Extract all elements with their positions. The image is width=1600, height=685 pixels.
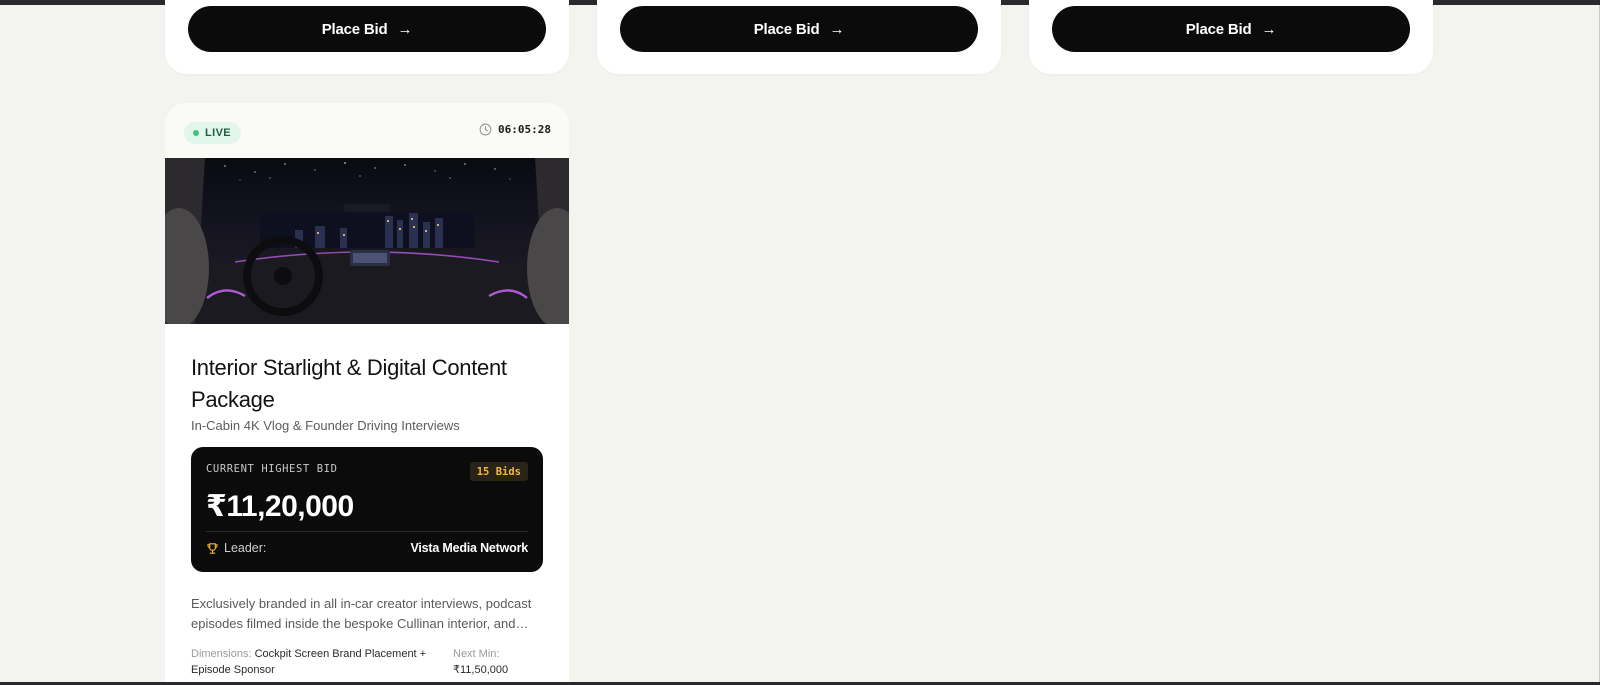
dimensions-label: Dimensions: [191, 648, 252, 660]
clock-icon [479, 123, 492, 136]
card-body: Interior Starlight & Digital Content Pac… [165, 324, 569, 678]
live-dot-icon [193, 130, 199, 136]
timer-value: 06:05:28 [498, 123, 551, 136]
leader-label: Leader: [224, 541, 267, 555]
next-min-value: ₹11,50,000 [453, 664, 509, 676]
place-bid-button[interactable]: Place Bid → [620, 6, 978, 52]
card-description: Exclusively branded in all in-car creato… [191, 596, 532, 631]
auction-card-top-1: Place Bid → [165, 0, 569, 74]
arrow-right-icon: → [397, 20, 413, 38]
bids-count-badge: 15 Bids [469, 462, 528, 481]
bid-divider [206, 531, 528, 532]
place-bid-button[interactable]: Place Bid → [188, 6, 546, 52]
current-bid-panel: CURRENT HIGHEST BID 15 Bids ₹11,20,000 L… [191, 447, 543, 572]
leader-name: Vista Media Network [410, 541, 528, 555]
next-min-label: Next Min: [453, 648, 500, 660]
live-status-text: LIVE [205, 127, 232, 139]
place-bid-label: Place Bid [753, 20, 820, 38]
leader-row: Leader: [206, 541, 266, 555]
arrow-right-icon: → [1261, 20, 1277, 38]
dimensions-info: Dimensions: Cockpit Screen Brand Placeme… [191, 646, 446, 678]
next-min-info: Next Min: ₹11,50,000 [453, 646, 543, 678]
trophy-icon [207, 542, 218, 554]
arrow-right-icon: → [829, 20, 845, 38]
card-meta: Dimensions: Cockpit Screen Brand Placeme… [191, 646, 543, 678]
card-title: Interior Starlight & Digital Content Pac… [191, 355, 507, 412]
car-interior-image [165, 158, 569, 324]
current-bid-label: CURRENT HIGHEST BID [206, 463, 338, 475]
countdown-timer: 06:05:28 [479, 123, 551, 136]
auction-card[interactable]: LIVE 06:05:28 Interior Starlight & Digit… [165, 103, 569, 685]
live-status-badge: LIVE [184, 122, 242, 144]
current-bid-amount: ₹11,20,000 [206, 490, 354, 523]
place-bid-label: Place Bid [321, 20, 388, 38]
place-bid-button[interactable]: Place Bid → [1052, 6, 1410, 52]
card-subtitle: In-Cabin 4K Vlog & Founder Driving Inter… [191, 418, 460, 433]
card-header: LIVE 06:05:28 [165, 103, 569, 158]
place-bid-label: Place Bid [1185, 20, 1252, 38]
auction-card-top-3: Place Bid → [1029, 0, 1433, 74]
auction-card-top-2: Place Bid → [597, 0, 1001, 74]
